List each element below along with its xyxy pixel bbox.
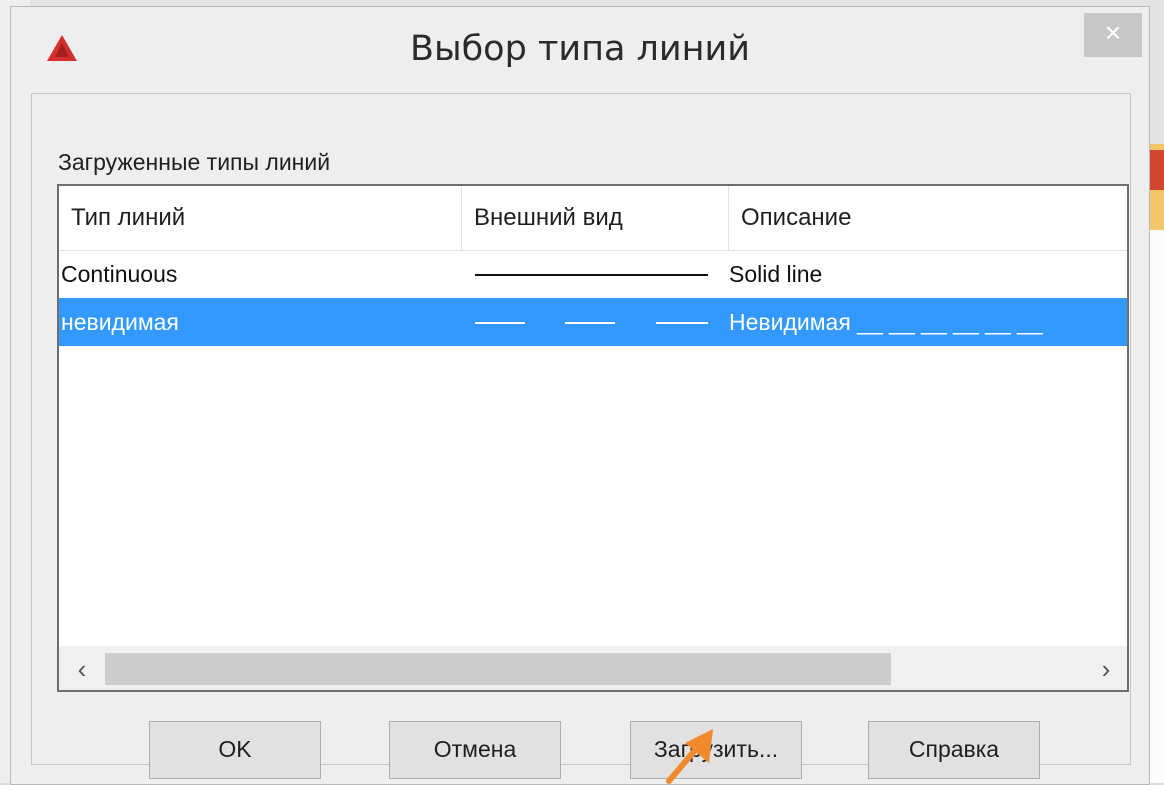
scroll-thumb[interactable] <box>105 653 891 685</box>
horizontal-scrollbar[interactable]: ‹ › <box>59 646 1127 690</box>
linetype-list[interactable]: Тип линий Внешний вид Описание Continuou… <box>57 184 1129 692</box>
table-row[interactable]: Continuous Solid line <box>59 250 1127 298</box>
linetype-appearance-dash <box>565 322 615 324</box>
linetype-description: Solid line <box>729 261 823 287</box>
column-header-appearance[interactable]: Внешний вид <box>462 186 728 250</box>
scroll-right-icon[interactable]: › <box>1083 646 1127 690</box>
side-panel-inner <box>1148 230 1164 783</box>
linetype-appearance-dash <box>656 322 708 324</box>
table-row-selected[interactable]: невидимая Невидимая __ __ __ __ __ __ <box>59 298 1127 346</box>
scroll-left-icon[interactable]: ‹ <box>59 646 105 690</box>
linetype-appearance-dash <box>475 322 525 324</box>
close-button[interactable]: × <box>1084 13 1142 57</box>
linetype-description: Невидимая __ __ __ __ __ __ <box>729 309 1043 335</box>
dialog-title: Выбор типа линий <box>409 29 751 69</box>
linetype-dialog: Выбор типа линий × Загруженные типы лини… <box>10 6 1150 785</box>
ok-button[interactable]: OK <box>149 721 321 779</box>
help-button[interactable]: Справка <box>868 721 1040 779</box>
list-header: Тип линий Внешний вид Описание <box>59 186 1127 251</box>
linetype-name: невидимая <box>61 309 179 335</box>
dialog-client-area: Загруженные типы линий Тип линий Внешний… <box>31 93 1131 779</box>
side-panel-accent <box>1150 150 1164 190</box>
title-bar[interactable]: Выбор типа линий × <box>11 7 1149 89</box>
linetype-name: Continuous <box>61 261 178 287</box>
linetype-appearance-solid <box>475 274 708 276</box>
column-header-linetype[interactable]: Тип линий <box>59 186 461 250</box>
cancel-button[interactable]: Отмена <box>389 721 561 779</box>
column-header-description[interactable]: Описание <box>729 186 1127 250</box>
loaded-linetypes-label: Загруженные типы линий <box>58 149 331 175</box>
orange-arrow-icon <box>666 729 713 784</box>
